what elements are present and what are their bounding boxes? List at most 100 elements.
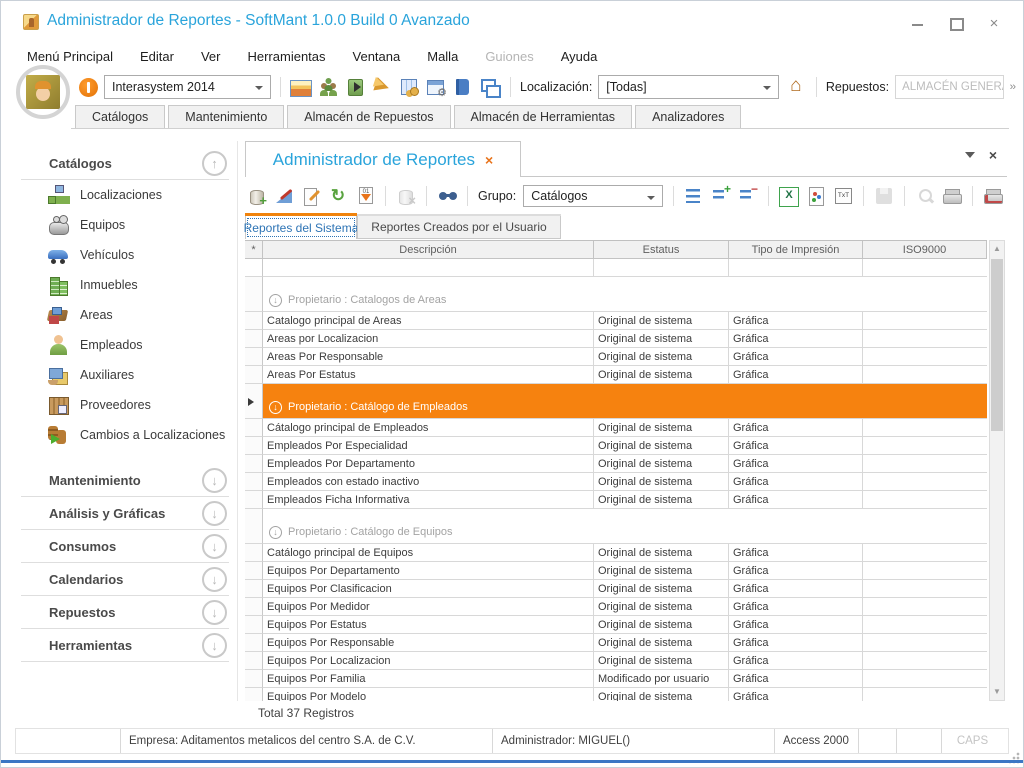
table-row[interactable]: Catalogo principal de AreasOriginal de s… [245, 312, 987, 330]
localization-select[interactable]: [Todas] [598, 75, 779, 99]
company-select[interactable]: Interasystem 2014 [104, 75, 271, 99]
user-avatar[interactable] [16, 65, 70, 119]
sidebar-group-mantenimiento[interactable]: Mantenimiento↓ [21, 464, 229, 496]
home-icon[interactable]: ⌂ [785, 76, 807, 98]
table-row[interactable]: Equipos Por ResponsableOriginal de siste… [245, 634, 987, 652]
design-icon[interactable] [274, 186, 294, 206]
menu-item-herramientas[interactable]: Herramientas [247, 49, 325, 67]
grupo-select[interactable]: Catálogos [523, 185, 663, 207]
maximize-icon[interactable] [949, 17, 963, 30]
sidebar-item-areas[interactable]: Areas [21, 300, 229, 330]
excel-icon[interactable] [779, 187, 799, 207]
menu-item-ver[interactable]: Ver [201, 49, 221, 67]
calculator-icon[interactable] [401, 79, 417, 95]
cursor-edit-icon[interactable] [371, 76, 393, 98]
sidebar-group-consumos[interactable]: Consumos↓ [21, 530, 229, 562]
close-icon[interactable]: × [987, 17, 1001, 30]
subtab-reportes-del-sistema[interactable]: Reportes del Sistema [245, 216, 357, 239]
window-settings-icon[interactable] [427, 80, 444, 95]
tree-remove-icon[interactable] [738, 186, 758, 206]
html-doc-icon[interactable] [806, 186, 826, 206]
tree-expand-icon[interactable] [684, 186, 704, 206]
subtab-reportes-creados-por-el-usuario[interactable]: Reportes Creados por el Usuario [357, 216, 561, 239]
group-row[interactable]: ↓Propietario : Catálogo de Equipos [245, 509, 987, 544]
expand-down-icon[interactable]: ↓ [202, 633, 227, 658]
expand-down-icon[interactable]: ↓ [202, 501, 227, 526]
table-row[interactable]: Empleados Por DepartamentoOriginal de si… [245, 455, 987, 473]
table-row[interactable]: Equipos Por EstatusOriginal de sistemaGr… [245, 616, 987, 634]
menu-item-ventana[interactable]: Ventana [353, 49, 401, 67]
sidebar-group-calendarios[interactable]: Calendarios↓ [21, 563, 229, 595]
table-row[interactable]: Equipos Por DepartamentoOriginal de sist… [245, 562, 987, 580]
document-tab-close-icon[interactable]: × [485, 153, 493, 167]
sidebar-item-cambios[interactable]: Cambios a Localizaciones [21, 420, 229, 450]
sidebar-group-herramientas[interactable]: Herramientas↓ [21, 629, 229, 661]
expand-down-icon[interactable]: ↓ [202, 534, 227, 559]
table-row[interactable]: Equipos Por FamiliaModificado por usuari… [245, 670, 987, 688]
group-row[interactable]: ↓Propietario : Catálogo de Empleados [245, 384, 987, 419]
sidebar-item-empleados[interactable]: Empleados [21, 330, 229, 360]
group-collapse-icon[interactable]: ↓ [269, 526, 282, 539]
sidebar-group-análisis-y-gráficas[interactable]: Análisis y Gráficas↓ [21, 497, 229, 529]
minimize-icon[interactable] [911, 17, 925, 30]
column-header-iso[interactable]: ISO9000 [863, 241, 987, 259]
table-row[interactable]: Cátalogo principal de EmpleadosOriginal … [245, 419, 987, 437]
table-row[interactable]: Empleados con estado inactivoOriginal de… [245, 473, 987, 491]
column-header-desc[interactable]: Descripción [263, 241, 594, 259]
expand-down-icon[interactable]: ↓ [202, 567, 227, 592]
menu-item-ayuda[interactable]: Ayuda [561, 49, 598, 67]
module-tab-mantenimiento[interactable]: Mantenimiento [168, 105, 284, 128]
document-tab[interactable]: Administrador de Reportes × [245, 141, 521, 177]
module-tab-analizadores[interactable]: Analizadores [635, 105, 741, 128]
tabstrip-close-icon[interactable]: × [989, 147, 997, 163]
module-tab-almacén-de-repuestos[interactable]: Almacén de Repuestos [287, 105, 450, 128]
cascade-windows-icon[interactable] [479, 76, 501, 98]
sidebar-splitter[interactable] [237, 141, 238, 701]
sidebar-item-equipos[interactable]: Equipos [21, 210, 229, 240]
table-row[interactable]: Areas Por EstatusOriginal de sistemaGráf… [245, 366, 987, 384]
building-export-icon[interactable] [348, 79, 363, 96]
printer-icon[interactable] [942, 186, 962, 206]
menu-item-editar[interactable]: Editar [140, 49, 174, 67]
module-tab-almacén-de-herramientas[interactable]: Almacén de Herramientas [454, 105, 633, 128]
module-tab-catálogos[interactable]: Catálogos [75, 105, 165, 128]
scrollbar-thumb[interactable] [991, 259, 1003, 431]
tree-add-icon[interactable] [711, 186, 731, 206]
table-row[interactable]: Empleados Por EspecialidadOriginal de si… [245, 437, 987, 455]
book-icon[interactable] [456, 79, 469, 95]
image-icon[interactable] [290, 80, 312, 97]
sidebar-group-repuestos[interactable]: Repuestos↓ [21, 596, 229, 628]
db-add-icon[interactable] [247, 186, 267, 206]
scroll-up-icon[interactable]: ▲ [990, 241, 1004, 257]
sidebar-item-auxiliares[interactable]: Auxiliares [21, 360, 229, 390]
sidebar-item-proveedores[interactable]: Proveedores [21, 390, 229, 420]
group-row[interactable]: ↓Propietario : Catalogos de Areas [245, 277, 987, 312]
sidebar-group-catalogos-header[interactable]: Catálogos↑ [21, 147, 229, 179]
column-header-est[interactable]: Estatus [594, 241, 729, 259]
save01-icon[interactable] [355, 186, 375, 206]
scroll-down-icon[interactable]: ▼ [990, 684, 1004, 700]
table-row[interactable]: Equipos Por ClasificacionOriginal de sis… [245, 580, 987, 598]
grid-vertical-scrollbar[interactable]: ▲ ▼ [989, 240, 1005, 701]
column-header-tipo[interactable]: Tipo de Impresión [729, 241, 863, 259]
table-row[interactable]: Empleados Ficha InformativaOriginal de s… [245, 491, 987, 509]
table-row[interactable]: Equipos Por LocalizacionOriginal de sist… [245, 652, 987, 670]
txt-doc-icon[interactable] [833, 186, 853, 206]
table-row[interactable]: Equipos Por MedidorOriginal de sistemaGr… [245, 598, 987, 616]
menu-item-malla[interactable]: Malla [427, 49, 458, 67]
sidebar-item-localizaciones[interactable]: Localizaciones [21, 180, 229, 210]
printer-settings-icon[interactable] [983, 186, 1003, 206]
sidebar-item-vehiculos[interactable]: Vehículos [21, 240, 229, 270]
users-icon[interactable] [318, 76, 340, 98]
table-row[interactable]: Areas por LocalizacionOriginal de sistem… [245, 330, 987, 348]
group-collapse-icon[interactable]: ↓ [269, 401, 282, 414]
tab-list-dropdown-icon[interactable] [965, 152, 975, 163]
toolbar-overflow-icon[interactable]: ›› [1010, 81, 1015, 93]
note-edit-icon[interactable] [301, 186, 321, 206]
company-status-icon[interactable] [79, 78, 98, 97]
group-collapse-icon[interactable]: ↓ [269, 294, 282, 307]
expand-down-icon[interactable]: ↓ [202, 600, 227, 625]
refresh-icon[interactable]: ↻ [328, 186, 348, 206]
table-row[interactable]: Equipos Por ModeloOriginal de sistemaGrá… [245, 688, 987, 701]
sidebar-item-inmuebles[interactable]: Inmuebles [21, 270, 229, 300]
